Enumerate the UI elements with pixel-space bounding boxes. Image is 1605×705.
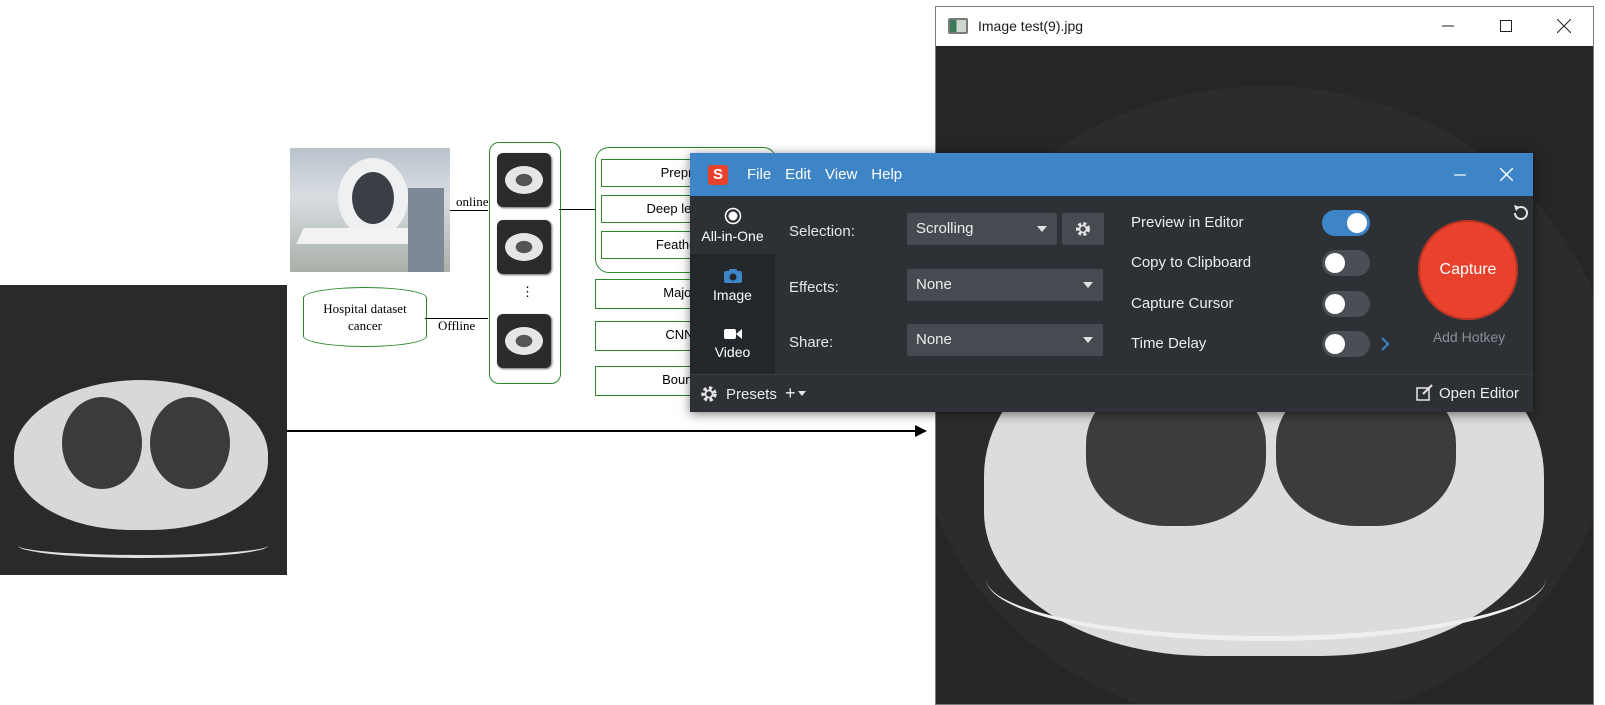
ct-scanner-photo	[290, 148, 450, 272]
time-delay-toggle[interactable]	[1322, 331, 1370, 357]
mode-label: All-in-One	[701, 227, 764, 244]
ct-slice-thumbnail	[497, 153, 551, 207]
chevron-down-icon	[1083, 337, 1093, 343]
close-icon	[1557, 19, 1571, 33]
maximize-button[interactable]	[1477, 7, 1535, 45]
online-label: online	[456, 194, 489, 209]
close-icon	[1499, 168, 1513, 181]
video-camera-icon	[723, 328, 742, 339]
chevron-down-icon	[797, 391, 806, 396]
reset-icon[interactable]	[1510, 202, 1532, 224]
record-icon	[724, 207, 741, 224]
capture-cursor-label: Capture Cursor	[1131, 295, 1234, 312]
minimize-icon	[1454, 173, 1466, 176]
effects-value: None	[916, 276, 952, 293]
capture-panel: S File Edit View Help All-in-One Image V…	[690, 153, 1533, 412]
edit-icon	[1416, 384, 1433, 401]
add-preset-label: +	[785, 383, 796, 403]
arrow-head-icon	[915, 425, 927, 437]
effects-dropdown[interactable]: None	[907, 269, 1103, 301]
capture-footer: Presets + Open Editor	[690, 374, 1533, 413]
result-arrow	[287, 430, 915, 432]
open-editor-button[interactable]: Open Editor	[1416, 384, 1519, 402]
gear-icon	[1076, 222, 1090, 236]
app-logo-icon: S	[708, 164, 728, 185]
selection-dropdown[interactable]: Scrolling	[907, 213, 1057, 245]
photo-app-icon	[948, 18, 968, 34]
panel-minimize-button[interactable]	[1437, 153, 1483, 196]
ct-scan-image	[0, 285, 287, 575]
menu-edit[interactable]: Edit	[778, 166, 818, 183]
share-label: Share:	[789, 334, 834, 351]
open-editor-label: Open Editor	[1438, 384, 1519, 402]
add-preset-button[interactable]: +	[785, 383, 806, 404]
gear-icon	[701, 386, 717, 402]
mode-image[interactable]: Image	[690, 256, 775, 314]
preview-in-editor-toggle[interactable]	[1322, 210, 1370, 236]
share-value: None	[916, 331, 952, 348]
viewer-titlebar[interactable]: Image test(9).jpg	[936, 7, 1593, 45]
copy-to-clipboard-toggle[interactable]	[1322, 250, 1370, 276]
presets-label: Presets	[726, 385, 777, 403]
online-arrow	[450, 210, 488, 211]
dataset-label: Hospital dataset cancer	[323, 301, 407, 333]
capture-button-label: Capture	[1439, 261, 1497, 278]
ellipsis: ⋮	[521, 284, 534, 299]
share-dropdown[interactable]: None	[907, 324, 1103, 356]
camera-icon	[723, 268, 742, 283]
capture-titlebar[interactable]: S File Edit View Help	[690, 153, 1533, 196]
capture-button[interactable]: Capture	[1418, 220, 1518, 320]
close-button[interactable]	[1535, 7, 1593, 45]
capture-mode-list: All-in-One Image Video	[690, 196, 775, 374]
pipeline-arrow	[559, 209, 595, 210]
hospital-dataset-cylinder: Hospital dataset cancer	[303, 287, 427, 347]
selection-settings-button[interactable]	[1062, 213, 1104, 245]
mode-all-in-one[interactable]: All-in-One	[690, 196, 775, 254]
preview-in-editor-label: Preview in Editor	[1131, 214, 1244, 231]
capture-cursor-toggle[interactable]	[1322, 291, 1370, 317]
effects-label: Effects:	[789, 279, 839, 296]
selection-value: Scrolling	[916, 220, 974, 237]
chevron-right-icon[interactable]	[1380, 337, 1390, 351]
minimize-icon	[1442, 25, 1454, 27]
viewer-title: Image test(9).jpg	[978, 18, 1084, 34]
copy-to-clipboard-label: Copy to Clipboard	[1131, 254, 1252, 271]
mode-label: Video	[714, 343, 751, 360]
menu-help[interactable]: Help	[864, 166, 909, 183]
mode-video[interactable]: Video	[690, 314, 775, 372]
minimize-button[interactable]	[1419, 7, 1477, 45]
time-delay-label: Time Delay	[1131, 335, 1207, 352]
mode-label: Image	[713, 286, 752, 303]
menu-view[interactable]: View	[818, 166, 864, 183]
maximize-icon	[1500, 20, 1512, 32]
ct-slice-thumbnail	[497, 220, 551, 274]
add-hotkey-link[interactable]: Add Hotkey	[1419, 329, 1519, 345]
selection-label: Selection:	[789, 223, 855, 240]
offline-label: Offline	[438, 318, 476, 333]
presets-button[interactable]: Presets	[699, 384, 777, 404]
menu-file[interactable]: File	[740, 166, 778, 183]
panel-close-button[interactable]	[1483, 153, 1529, 196]
chevron-down-icon	[1083, 282, 1093, 288]
ct-slice-thumbnail	[497, 314, 551, 368]
chevron-down-icon	[1037, 226, 1047, 232]
